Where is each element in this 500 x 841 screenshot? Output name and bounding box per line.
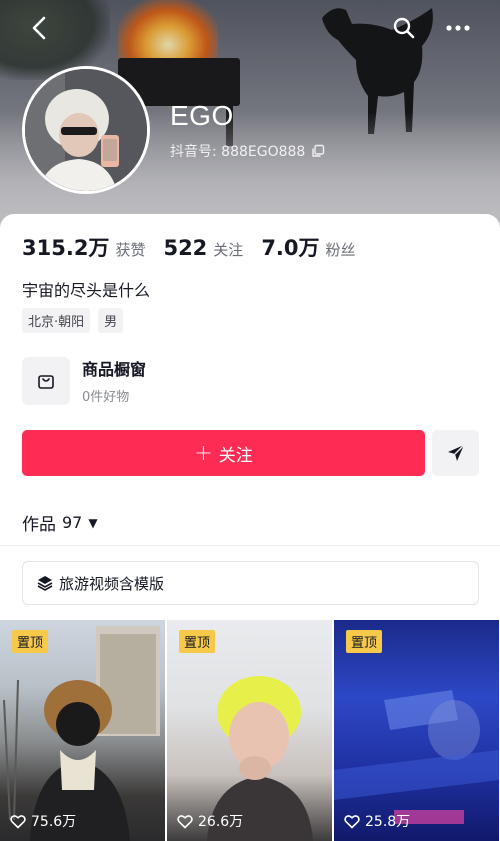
video-grid: 置顶 75.6万 置顶 26.6万 置顶 25.8万 bbox=[0, 620, 500, 841]
back-button[interactable] bbox=[24, 12, 56, 44]
works-count: 97 bbox=[62, 513, 83, 532]
stat-followers[interactable]: 7.0万 粉丝 bbox=[261, 232, 355, 262]
shop-subtitle: 0件好物 bbox=[82, 390, 130, 405]
location-tag: 北京·朝阳 bbox=[22, 308, 91, 333]
gender-tag: 男 bbox=[98, 308, 124, 333]
pinned-badge: 置顶 bbox=[346, 630, 383, 653]
stat-following-value: 522 bbox=[163, 236, 208, 260]
heart-icon bbox=[10, 814, 26, 829]
follow-button[interactable]: + 关注 bbox=[22, 430, 425, 476]
video-tile[interactable]: 置顶 25.8万 bbox=[334, 620, 499, 841]
video-thumbnail bbox=[3, 626, 160, 841]
likes-count: 25.8万 bbox=[365, 814, 411, 830]
pinned-badge: 置顶 bbox=[12, 630, 49, 653]
collection-entry[interactable]: 旅游视频含模版 bbox=[22, 561, 479, 605]
nickname: EGO bbox=[170, 100, 234, 131]
video-thumbnail bbox=[207, 676, 313, 841]
stats-row: 315.2万 获赞 522 关注 7.0万 粉丝 bbox=[22, 232, 374, 262]
caret-down-icon: ▼ bbox=[88, 515, 98, 530]
stat-following-label: 关注 bbox=[213, 241, 244, 259]
shopping-bag-icon bbox=[38, 374, 54, 389]
douyin-id-text: 抖音号: 888EGO888 bbox=[170, 144, 306, 160]
douyin-id[interactable]: 抖音号: 888EGO888 bbox=[170, 141, 325, 161]
search-button[interactable] bbox=[388, 12, 420, 44]
stat-likes-label: 获赞 bbox=[115, 241, 146, 259]
avatar[interactable] bbox=[22, 66, 150, 194]
works-label: 作品 bbox=[22, 515, 56, 535]
bio: 宇宙的尽头是什么 bbox=[22, 281, 151, 300]
back-icon bbox=[32, 16, 46, 40]
pinned-badge: 置顶 bbox=[179, 630, 216, 653]
collection-label: 旅游视频含模版 bbox=[59, 574, 165, 593]
more-icon bbox=[446, 25, 470, 31]
video-tile[interactable]: 置顶 75.6万 bbox=[0, 620, 165, 841]
shop-title: 商品橱窗 bbox=[82, 360, 147, 379]
stat-followers-value: 7.0万 bbox=[261, 236, 320, 260]
likes-count: 75.6万 bbox=[31, 814, 77, 830]
copy-icon[interactable] bbox=[311, 144, 325, 158]
tag-list: 北京·朝阳 男 bbox=[22, 308, 124, 333]
heart-icon bbox=[344, 814, 360, 829]
share-button[interactable] bbox=[432, 430, 479, 476]
plus-icon: + bbox=[194, 440, 213, 466]
search-icon bbox=[393, 17, 415, 39]
video-thumbnail bbox=[334, 690, 499, 824]
stat-likes[interactable]: 315.2万 获赞 bbox=[22, 232, 145, 262]
stat-likes-value: 315.2万 bbox=[22, 236, 110, 260]
more-button[interactable] bbox=[442, 12, 474, 44]
video-likes: 25.8万 bbox=[344, 811, 410, 831]
divider bbox=[0, 545, 500, 546]
avatar-image bbox=[25, 69, 147, 191]
video-likes: 26.6万 bbox=[177, 811, 243, 831]
works-tab[interactable]: 作品 97 ▼ bbox=[22, 510, 98, 535]
follow-label: 关注 bbox=[218, 445, 253, 466]
layers-icon bbox=[37, 576, 53, 591]
stat-following[interactable]: 522 关注 bbox=[163, 236, 243, 260]
video-likes: 75.6万 bbox=[10, 811, 76, 831]
shop-icon-box bbox=[22, 356, 70, 405]
stat-followers-label: 粉丝 bbox=[325, 241, 356, 259]
video-tile[interactable]: 置顶 26.6万 bbox=[167, 620, 332, 841]
shop-window[interactable]: 商品橱窗 0件好物 bbox=[22, 356, 146, 405]
send-icon bbox=[447, 444, 464, 461]
likes-count: 26.6万 bbox=[198, 814, 244, 830]
heart-icon bbox=[177, 814, 193, 829]
